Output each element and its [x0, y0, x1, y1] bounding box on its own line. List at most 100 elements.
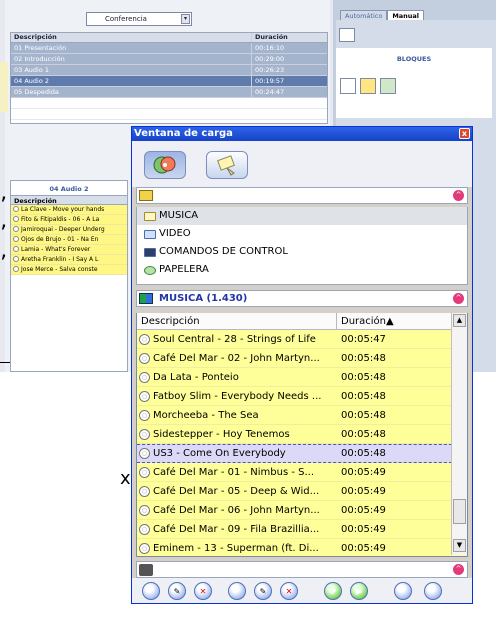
- track-duration: 00:05:48: [341, 390, 386, 402]
- terminal-icon: [144, 247, 156, 257]
- playlist-table: Descripción Duración 01 Presentación 00:1…: [10, 32, 328, 124]
- tab-automatic[interactable]: Automático: [340, 10, 388, 20]
- channel-select[interactable]: Conferencia ▾: [86, 12, 192, 26]
- list-item[interactable]: Sidestepper - Hoy Tenemos 00:05:48: [137, 425, 467, 444]
- list-item[interactable]: Café Del Mar - 06 - John Martyn... 00:05:…: [137, 501, 467, 520]
- list-item[interactable]: Café Del Mar - 02 - John Martyn... 00:05:…: [137, 349, 467, 368]
- list-item[interactable]: Lamia - What's Forever: [11, 245, 127, 255]
- playlist-col-dur[interactable]: Duración: [251, 33, 321, 42]
- list-item[interactable]: Aretha Franklin - I Say A L: [11, 255, 127, 265]
- blocks-view-button[interactable]: [206, 151, 248, 179]
- list-title: MUSICA (1.430): [159, 293, 248, 304]
- new-block-icon[interactable]: [340, 78, 356, 94]
- collapse-icon[interactable]: ^: [453, 190, 464, 201]
- track-duration: 00:05:48: [341, 448, 386, 459]
- sub-panel-title: 04 Audio 2: [49, 185, 89, 193]
- col-duration[interactable]: Duración▲: [337, 313, 453, 329]
- new-folder-button[interactable]: [228, 582, 246, 600]
- track-duration: 00:05:49: [341, 485, 386, 497]
- table-row[interactable]: 03 Audio 1 00:26:23: [11, 65, 327, 76]
- table-row[interactable]: 02 Introducción 00:29:00: [11, 54, 327, 65]
- table-row[interactable]: 05 Despedida 00:24:47: [11, 87, 327, 98]
- delete-folder-button[interactable]: ✕: [280, 582, 298, 600]
- scroll-thumb[interactable]: [453, 499, 466, 524]
- list-item[interactable]: Da Lata - Ponteio 00:05:48: [137, 368, 467, 387]
- mode-tabs: Automático Manual: [340, 10, 425, 20]
- blocks-title: BLOQUES: [396, 55, 432, 63]
- play-button[interactable]: ▶: [350, 582, 368, 600]
- list-item[interactable]: Jamiroquai - Deeper Underg: [11, 225, 127, 235]
- list-item[interactable]: Fito & Fitipaldis - 06 - A La: [11, 215, 127, 225]
- list-item[interactable]: Eminem - 13 - Superman (ft. Di... 00:05:4…: [137, 539, 467, 556]
- tab-manual[interactable]: Manual: [387, 10, 425, 20]
- track-duration: 00:05:49: [341, 523, 386, 535]
- folder-icon: [144, 229, 156, 239]
- track-title: Eminem - 13 - Superman (ft. Di...: [153, 542, 319, 554]
- collapse-icon[interactable]: ^: [453, 293, 464, 304]
- search-button[interactable]: [394, 582, 412, 600]
- window-titlebar[interactable]: Ventana de carga x: [132, 127, 472, 141]
- track-title: Morcheeba - The Sea: [153, 409, 259, 421]
- list-item[interactable]: Soul Central - 28 - Strings of Life 00:05…: [137, 330, 467, 349]
- list-item[interactable]: Ojos de Brujo - 01 - Na En: [11, 235, 127, 245]
- cd-icon: [139, 523, 150, 535]
- cd-icon: [13, 236, 19, 242]
- cd-icon: [139, 352, 150, 364]
- collapse-icon[interactable]: ^: [453, 564, 464, 575]
- chevron-down-icon[interactable]: ▾: [181, 14, 190, 24]
- toolbar: [132, 141, 472, 187]
- track-title: Soul Central - 28 - Strings of Life: [153, 333, 316, 345]
- delete-item-button[interactable]: ✕: [194, 582, 212, 600]
- track-title: Café Del Mar - 09 - Fila Brazillia...: [153, 523, 320, 535]
- scroll-down-icon[interactable]: ▼: [453, 539, 466, 552]
- folder-item-musica[interactable]: MUSICA: [137, 207, 467, 225]
- list-item[interactable]: Café Del Mar - 09 - Fila Brazillia... 00:…: [137, 520, 467, 539]
- list-item[interactable]: Morcheeba - The Sea 00:05:48: [137, 406, 467, 425]
- cd-icon: [13, 266, 19, 272]
- list-rows: Soul Central - 28 - Strings of Life 00:05…: [137, 330, 467, 556]
- folder-open-icon: [144, 211, 156, 221]
- table-row[interactable]: 04 Audio 2 00:19:57: [11, 76, 327, 87]
- cd-icon: [13, 256, 19, 262]
- table-row[interactable]: 01 Presentación 00:16:10: [11, 43, 327, 54]
- folder-list: MUSICA VIDEO COMANDOS DE CONTROL PAPELER…: [136, 207, 468, 285]
- empty-row: [11, 98, 327, 109]
- folder-item-papelera[interactable]: PAPELERA: [137, 261, 467, 279]
- list-item[interactable]: Café Del Mar - 01 - Nimbus - S... 00:05:4…: [137, 463, 467, 482]
- sub-playlist-panel: 04 Audio 2 Descripción La Clave - Move y…: [10, 180, 128, 372]
- recycle-block-icon[interactable]: [380, 78, 396, 94]
- close-icon[interactable]: x: [459, 128, 470, 139]
- properties-button[interactable]: [424, 582, 442, 600]
- folders-section-header: ^: [136, 187, 468, 204]
- refresh-button[interactable]: ⟳: [324, 582, 342, 600]
- cd-icon: [139, 409, 150, 421]
- edit-item-button[interactable]: ✎: [168, 582, 186, 600]
- list-item[interactable]: Fatboy Slim - Everybody Needs ... 00:05:4…: [137, 387, 467, 406]
- folder-item-video[interactable]: VIDEO: [137, 225, 467, 243]
- list-item[interactable]: La Clave - Move your hands: [11, 205, 127, 215]
- sub-panel-header[interactable]: Descripción: [11, 195, 127, 205]
- cd-icon: [139, 333, 150, 345]
- track-duration: 00:05:48: [341, 409, 386, 421]
- edit-block-icon[interactable]: [360, 78, 376, 94]
- load-window: Ventana de carga x ^ MUSICA VIDEO COMAND…: [131, 126, 473, 604]
- load-block-button[interactable]: [339, 28, 355, 42]
- track-duration: 00:05:49: [341, 504, 386, 516]
- playlist-col-desc[interactable]: Descripción: [11, 33, 251, 42]
- track-title: Café Del Mar - 06 - John Martyn...: [153, 504, 320, 516]
- scrollbar[interactable]: ▲ ▼: [451, 313, 467, 555]
- hand-block-icon: [217, 155, 235, 176]
- library-view-button[interactable]: [144, 151, 186, 179]
- stray-mark: x: [120, 468, 131, 489]
- scroll-up-icon[interactable]: ▲: [453, 314, 466, 327]
- col-description[interactable]: Descripción: [137, 313, 337, 329]
- new-item-button[interactable]: [142, 582, 160, 600]
- list-item[interactable]: Jose Merce - Salva conste: [11, 265, 127, 275]
- grid-icon: [139, 293, 153, 304]
- folder-item-commands[interactable]: COMANDOS DE CONTROL: [137, 243, 467, 261]
- action-toolbar: ✎ ✕ ✎ ✕ ⟳ ▶: [132, 578, 472, 603]
- edit-folder-button[interactable]: ✎: [254, 582, 272, 600]
- list-item[interactable]: US3 - Come On Everybody 00:05:48: [137, 444, 467, 463]
- cd-stack-icon: [153, 156, 176, 174]
- list-item[interactable]: Café Del Mar - 05 - Deep & Wid... 00:05:4…: [137, 482, 467, 501]
